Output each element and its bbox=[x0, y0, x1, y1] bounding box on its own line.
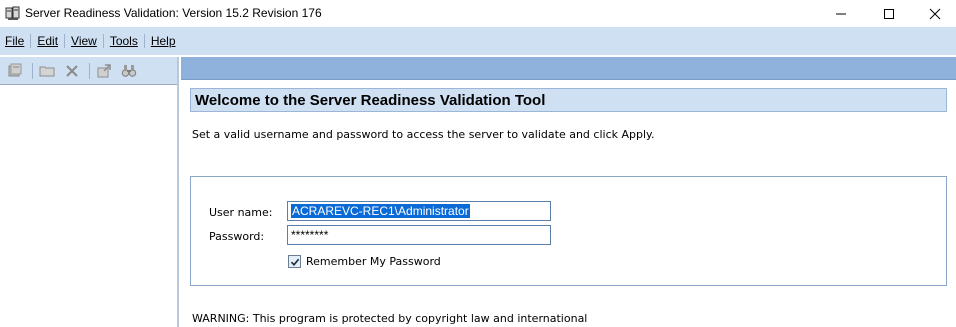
menu-bar: File Edit View Tools Help bbox=[0, 27, 956, 55]
menu-separator bbox=[64, 34, 66, 48]
server-icon[interactable] bbox=[4, 61, 26, 81]
menu-help[interactable]: Help bbox=[146, 34, 181, 48]
toolbar-separator bbox=[89, 62, 90, 79]
password-label: Password: bbox=[209, 230, 265, 243]
checkmark-icon bbox=[290, 258, 299, 266]
menu-edit[interactable]: Edit bbox=[32, 34, 63, 48]
menu-tools[interactable]: Tools bbox=[105, 34, 143, 48]
main-pane: Welcome to the Server Readiness Validati… bbox=[181, 57, 956, 327]
window-title: Server Readiness Validation: Version 15.… bbox=[25, 6, 322, 20]
minimize-button[interactable] bbox=[818, 0, 864, 27]
title-bar: Server Readiness Validation: Version 15.… bbox=[0, 0, 956, 27]
minimize-icon bbox=[836, 13, 846, 14]
close-button[interactable] bbox=[912, 0, 956, 27]
copyright-warning: WARNING: This program is protected by co… bbox=[192, 312, 588, 325]
credentials-panel: User name: ACRAREVC-REC1\Administrator P… bbox=[190, 176, 947, 286]
left-toolbar bbox=[0, 57, 177, 85]
app-icon bbox=[5, 5, 21, 21]
remember-password-label[interactable]: Remember My Password bbox=[306, 255, 441, 268]
menu-separator bbox=[143, 34, 145, 48]
close-icon bbox=[929, 8, 941, 19]
folder-icon[interactable] bbox=[36, 61, 58, 81]
menu-separator bbox=[30, 34, 32, 48]
password-input[interactable]: ******** bbox=[287, 225, 551, 245]
toolbar-separator bbox=[32, 62, 33, 79]
instructions-text: Set a valid username and password to acc… bbox=[192, 128, 655, 141]
server-tree-pane[interactable] bbox=[0, 57, 179, 327]
properties-icon[interactable] bbox=[93, 61, 115, 81]
username-label: User name: bbox=[209, 206, 273, 219]
username-value: ACRAREVC-REC1\Administrator bbox=[291, 204, 470, 218]
username-input[interactable]: ACRAREVC-REC1\Administrator bbox=[287, 201, 551, 221]
menu-separator bbox=[102, 34, 104, 48]
remember-password-checkbox[interactable] bbox=[288, 255, 301, 268]
menu-view[interactable]: View bbox=[66, 34, 102, 48]
welcome-title: Welcome to the Server Readiness Validati… bbox=[190, 88, 947, 112]
password-value: ******** bbox=[291, 228, 329, 242]
maximize-button[interactable] bbox=[866, 0, 912, 27]
delete-icon[interactable] bbox=[61, 61, 83, 81]
find-icon[interactable] bbox=[118, 61, 140, 81]
menu-file[interactable]: File bbox=[0, 34, 29, 48]
maximize-icon bbox=[884, 8, 894, 19]
pane-header-strip bbox=[181, 57, 956, 80]
